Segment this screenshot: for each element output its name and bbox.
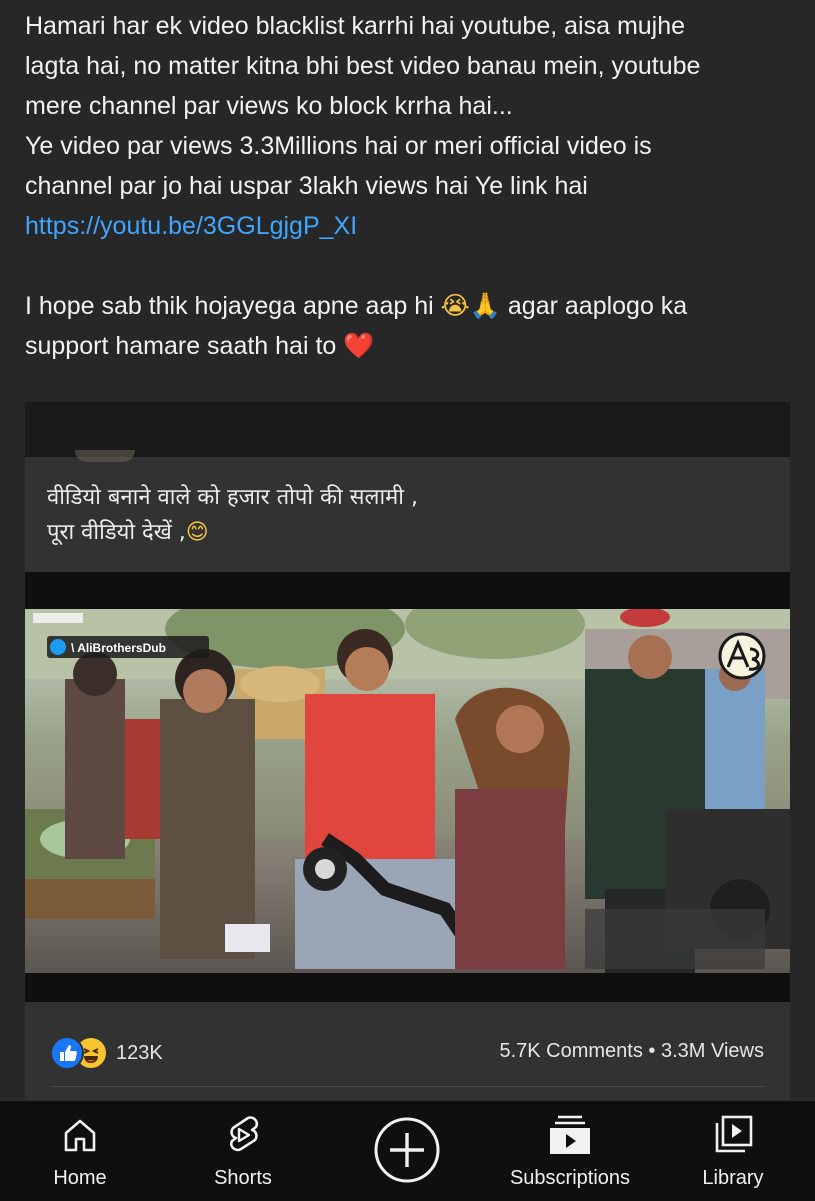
- engagement-stats[interactable]: 5.7K Comments • 3.3M Views: [499, 1040, 764, 1063]
- library-icon: [715, 1115, 753, 1153]
- post-line: lagta hai, no matter kitna bhi best vide…: [25, 52, 701, 80]
- views-count: 3.3M Views: [660, 1040, 764, 1062]
- nav-label-shorts: Shorts: [214, 1167, 272, 1189]
- shared-post-card[interactable]: वीडियो बनाने वाले को हजार तोपो की सलामी …: [25, 402, 790, 1102]
- crying-pray-emoji-icon: 😭🙏: [440, 291, 501, 320]
- nav-label-subscriptions: Subscriptions: [509, 1167, 631, 1189]
- nav-label-home: Home: [53, 1167, 107, 1189]
- post-line: channel par jo hai uspar 3lakh views hai…: [25, 172, 588, 200]
- home-icon: [64, 1119, 96, 1152]
- video-thumbnail[interactable]: \ AliBrothersDub: [25, 609, 790, 973]
- post-line: Hamari har ek video blacklist karrhi hai…: [25, 12, 686, 40]
- avatar: [75, 450, 135, 462]
- subscriptions-icon: [550, 1115, 590, 1154]
- watermark-handle: \ AliBrothersDub: [71, 641, 166, 655]
- post-text: Hamari har ek video blacklist karrhi hai…: [25, 6, 795, 366]
- smile-emoji-icon: 😊: [185, 520, 209, 545]
- shared-caption: वीडियो बनाने वाले को हजार तोपो की सलामी …: [47, 480, 767, 550]
- video-link[interactable]: https://youtu.be/3GGLgjgP_XI: [25, 212, 357, 240]
- support-line: support hamare saath hai to ❤️: [25, 326, 795, 366]
- create-plus-icon: [374, 1117, 440, 1183]
- nav-label-library: Library: [702, 1167, 764, 1189]
- shorts-icon: [230, 1116, 259, 1152]
- bottom-nav-bar: Home Shorts Subscriptions Library: [0, 1100, 815, 1201]
- nav-item-shorts[interactable]: Shorts: [163, 1101, 323, 1201]
- stats-separator: •: [648, 1040, 656, 1062]
- reaction-count: 123K: [116, 1041, 163, 1064]
- hope-line: I hope sab thik hojayega apne aap hi 😭🙏 …: [25, 286, 795, 326]
- hope-text: I hope sab thik hojayega apne aap hi: [25, 292, 434, 320]
- nav-item-subscriptions[interactable]: Subscriptions: [490, 1101, 650, 1201]
- video-player[interactable]: \ AliBrothersDub: [25, 572, 790, 1002]
- nav-item-home[interactable]: Home: [0, 1101, 160, 1201]
- post-line: mere channel par views ko block krrha ha…: [25, 92, 513, 120]
- nav-item-library[interactable]: Library: [653, 1101, 813, 1201]
- comments-count[interactable]: 5.7K Comments: [499, 1040, 642, 1062]
- reactions[interactable]: 123K: [50, 1036, 163, 1070]
- like-reaction-icon: [50, 1036, 84, 1070]
- post-line: Ye video par views 3.3Millions hai or me…: [25, 132, 652, 160]
- heart-emoji-icon: ❤️: [343, 331, 375, 360]
- caption-line: वीडियो बनाने वाले को हजार तोपो की सलामी …: [47, 485, 418, 510]
- caption-line: पूरा वीडियो देखें ,: [47, 520, 186, 545]
- create-button[interactable]: [327, 1101, 487, 1201]
- divider: [50, 1086, 765, 1087]
- card-header-bar: [25, 402, 790, 457]
- support-text-start: agar aaplogo ka: [500, 292, 688, 320]
- support-text: support hamare saath hai to: [25, 332, 337, 360]
